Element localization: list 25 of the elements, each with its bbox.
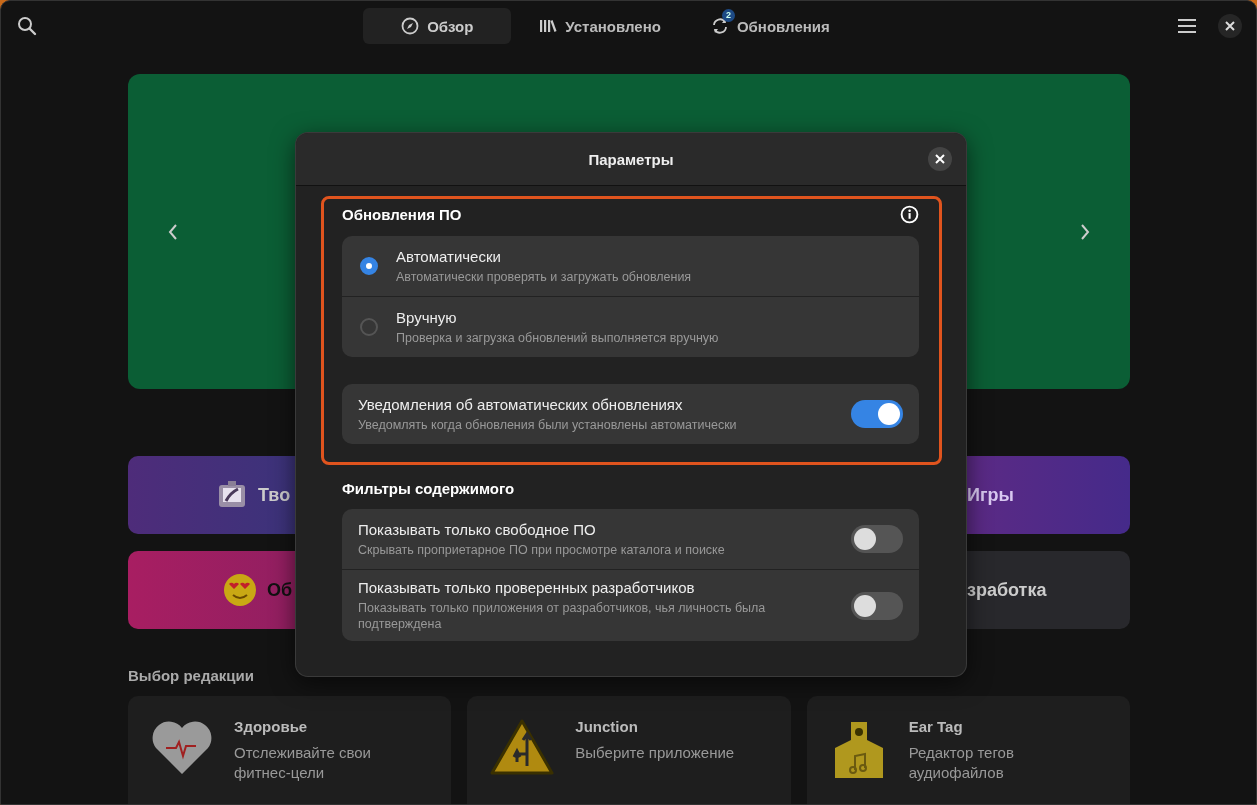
option-title: Автоматически bbox=[396, 247, 502, 265]
app-name: Ear Tag bbox=[908, 718, 964, 735]
category-label: зработка bbox=[967, 579, 1047, 601]
category-label: Об bbox=[267, 579, 293, 601]
section-title: Выбор редакции bbox=[128, 667, 255, 684]
app-name: Здоровье bbox=[234, 718, 309, 735]
app-description: Редактор тегов аудиофайлов bbox=[908, 743, 1015, 783]
option-description: Автоматически проверять и загружать обновления bbox=[396, 268, 693, 285]
option-title: Показывать только свободное ПО bbox=[358, 520, 597, 538]
count-badge: 2 bbox=[721, 9, 735, 22]
app-name: Junction bbox=[575, 718, 639, 735]
app-description: Отслеживайте свои фитнес-цели bbox=[234, 743, 372, 783]
dialog-title: Параметры bbox=[588, 150, 674, 168]
option-title: Уведомления об автоматических обновлениях bbox=[358, 395, 684, 413]
section-title: Обновления ПО bbox=[342, 206, 462, 223]
app-description: Выберите приложение bbox=[575, 743, 736, 763]
option-description: Скрывать проприетарное ПО при просмотре каталога и поиске bbox=[358, 541, 726, 558]
option-description: Уведомлять когда обновления были установлены автоматически bbox=[358, 416, 738, 433]
option-title: Показывать только проверенных разработчиков bbox=[358, 579, 696, 596]
option-description: Показывать только приложения от разработчиков, чья личность была подтверждена bbox=[358, 600, 767, 632]
category-label: Тво bbox=[258, 484, 291, 506]
option-description: Проверка и загрузка обновлений выполняется вручную bbox=[396, 329, 720, 346]
category-label: Игры bbox=[967, 484, 1014, 506]
option-title: Вручную bbox=[396, 308, 458, 326]
section-title: Фильтры содержимого bbox=[342, 480, 515, 497]
